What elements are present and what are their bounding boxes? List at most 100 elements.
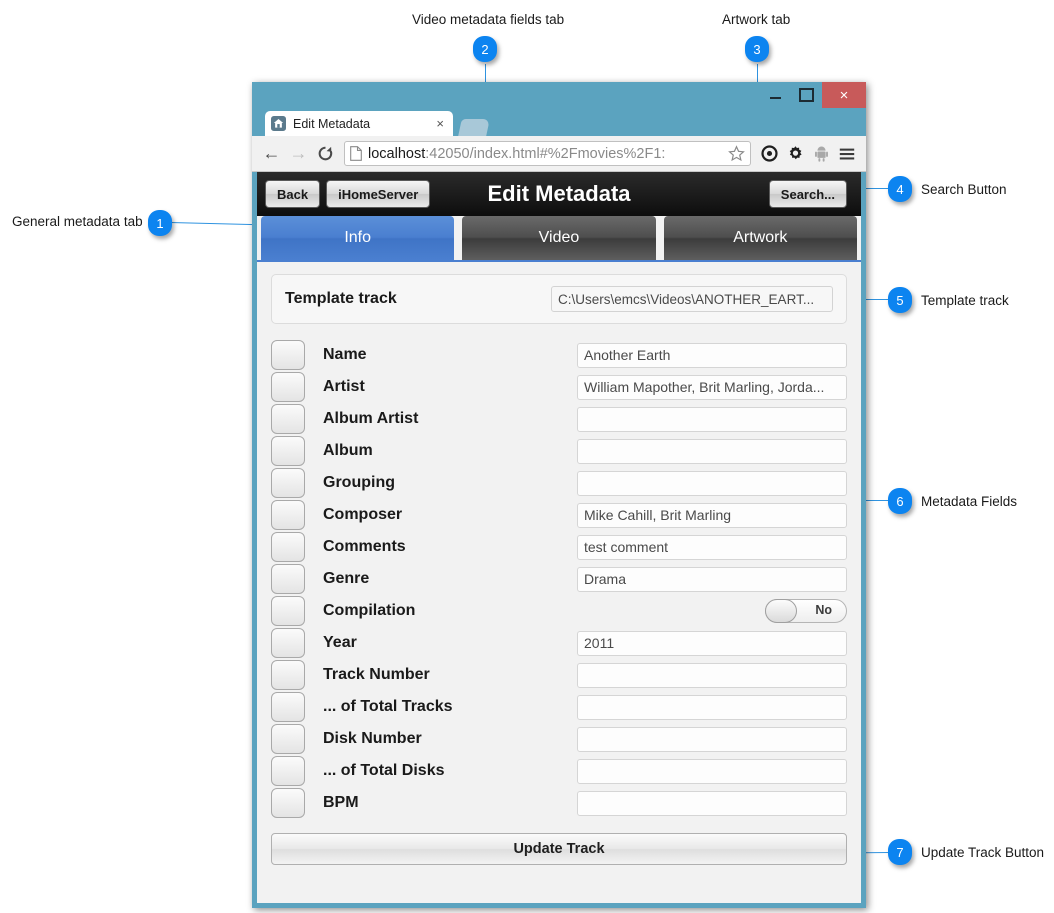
field-label: Grouping (323, 474, 395, 491)
field-input[interactable] (577, 470, 847, 496)
tab-artwork[interactable]: Artwork (663, 216, 857, 260)
chrome-menu-icon[interactable] (834, 140, 860, 167)
metadata-field-row: Album (271, 435, 847, 467)
field-input[interactable]: Mike Cahill, Brit Marling (577, 502, 847, 528)
window-titlebar: × (252, 82, 866, 108)
new-tab-button[interactable] (458, 119, 490, 136)
annotation-badge-5: 5 (888, 287, 912, 313)
annotation-label-7: Update Track Button (921, 845, 1045, 860)
field-label: Name (323, 346, 367, 363)
field-input[interactable]: William Mapother, Brit Marling, Jorda... (577, 374, 847, 400)
compilation-toggle[interactable]: No (765, 599, 847, 623)
close-button[interactable]: × (822, 82, 866, 108)
maximize-icon (799, 88, 814, 102)
field-label: Album (323, 442, 373, 459)
metadata-field-row: Year 2011 (271, 627, 847, 659)
field-label: Composer (323, 506, 403, 523)
metadata-field-row: Album Artist (271, 403, 847, 435)
metadata-field-row: BPM (271, 787, 847, 819)
field-checkbox[interactable] (271, 404, 305, 434)
url-text: localhost:42050/index.html#%2Fmovies%2F1… (368, 146, 726, 162)
back-button[interactable]: Back (265, 180, 321, 208)
field-input[interactable] (577, 406, 847, 432)
android-icon[interactable] (808, 140, 834, 167)
reload-glyph (318, 146, 333, 161)
tab-close-icon[interactable]: × (433, 116, 447, 131)
annotation-badge-6: 6 (888, 488, 912, 514)
bookmark-star-icon[interactable] (728, 145, 745, 162)
metadata-field-row: Compilation No (271, 595, 847, 627)
home-favicon-icon (271, 116, 286, 131)
field-input[interactable]: test comment (577, 534, 847, 560)
field-checkbox[interactable] (271, 692, 305, 722)
field-input[interactable] (577, 758, 847, 784)
browser-tab-title: Edit Metadata (293, 116, 371, 131)
window-controls: × (760, 82, 866, 108)
field-checkbox[interactable] (271, 660, 305, 690)
field-checkbox[interactable] (271, 756, 305, 786)
minimize-icon (770, 97, 781, 99)
page-icon (350, 146, 362, 161)
tab-info[interactable]: Info (261, 216, 455, 260)
field-checkbox[interactable] (271, 724, 305, 754)
back-nav-icon[interactable]: ← (258, 140, 285, 167)
metadata-field-row: ... of Total Tracks (271, 691, 847, 723)
toggle-knob (765, 599, 797, 623)
field-checkbox[interactable] (271, 500, 305, 530)
field-input[interactable] (577, 694, 847, 720)
metadata-field-row: Artist William Mapother, Brit Marling, Jo… (271, 371, 847, 403)
browser-tabstrip: Edit Metadata × (252, 108, 866, 136)
reload-icon[interactable] (312, 140, 339, 167)
field-input[interactable] (577, 790, 847, 816)
update-track-button[interactable]: Update Track (271, 833, 847, 865)
browser-toolbar: ← → localhost:42050/index.html#%2Fmovies… (252, 136, 866, 172)
brand-button[interactable]: iHomeServer (326, 180, 431, 208)
metadata-field-row: Name Another Earth (271, 339, 847, 371)
forward-nav-icon[interactable]: → (285, 140, 312, 167)
template-track-input[interactable]: C:\Users\emcs\Videos\ANOTHER_EART... (551, 286, 833, 312)
metadata-field-row: ... of Total Disks (271, 755, 847, 787)
field-input[interactable] (577, 438, 847, 464)
android-glyph (814, 146, 828, 162)
field-checkbox[interactable] (271, 340, 305, 370)
minimize-button[interactable] (760, 82, 791, 108)
url-rest: :42050/index.html#%2Fmovies%2F1: (425, 145, 666, 162)
field-checkbox[interactable] (271, 532, 305, 562)
search-button[interactable]: Search... (768, 180, 847, 208)
tab-video[interactable]: Video (462, 216, 656, 260)
template-track-label: Template track (285, 290, 397, 307)
field-label: Album Artist (323, 410, 419, 427)
field-checkbox[interactable] (271, 372, 305, 402)
browser-tab[interactable]: Edit Metadata × (265, 111, 453, 136)
field-input[interactable] (577, 662, 847, 688)
annotation-label-4: Search Button (921, 182, 1007, 197)
metadata-field-row: Comments test comment (271, 531, 847, 563)
field-checkbox[interactable] (271, 596, 305, 626)
field-label: Genre (323, 570, 370, 587)
annotation-badge-7: 7 (888, 839, 912, 865)
template-track-panel: Template track C:\Users\emcs\Videos\ANOT… (271, 274, 847, 324)
field-checkbox[interactable] (271, 468, 305, 498)
field-label: Comments (323, 538, 406, 555)
field-label: BPM (323, 794, 359, 811)
field-label: Artist (323, 378, 365, 395)
maximize-button[interactable] (791, 82, 822, 108)
annotation-badge-3: 3 (745, 36, 769, 62)
field-checkbox[interactable] (271, 564, 305, 594)
field-label: ... of Total Disks (323, 762, 445, 779)
metadata-field-row: Composer Mike Cahill, Brit Marling (271, 499, 847, 531)
field-input[interactable]: 2011 (577, 630, 847, 656)
record-target-glyph (760, 145, 778, 162)
field-checkbox[interactable] (271, 788, 305, 818)
record-target-icon[interactable] (756, 140, 782, 167)
field-input[interactable]: Drama (577, 566, 847, 592)
field-checkbox[interactable] (271, 436, 305, 466)
field-input[interactable]: Another Earth (577, 342, 847, 368)
app-header: Back iHomeServer Edit Metadata Search... (257, 172, 861, 216)
field-checkbox[interactable] (271, 628, 305, 658)
field-input[interactable] (577, 726, 847, 752)
address-bar[interactable]: localhost:42050/index.html#%2Fmovies%2F1… (344, 141, 751, 166)
metadata-field-row: Genre Drama (271, 563, 847, 595)
gear-icon[interactable] (782, 140, 808, 167)
field-label: Track Number (323, 666, 430, 683)
